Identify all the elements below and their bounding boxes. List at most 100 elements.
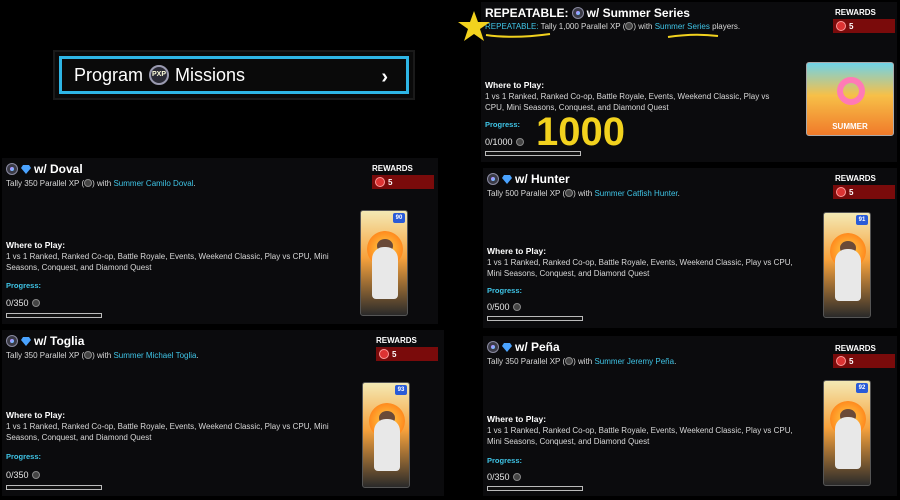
rewards-label: REWARDS <box>835 174 876 183</box>
reward-badge: 5 <box>833 19 895 33</box>
mission-hunter[interactable]: w/ Hunter Tally 500 Parallel XP () with … <box>483 168 897 328</box>
mission-title: w/ Hunter <box>487 172 570 186</box>
summer-series-card[interactable]: SUMMER <box>806 62 894 136</box>
mission-title: w/ Toglia <box>6 334 84 348</box>
mission-description: Tally 350 Parallel XP ( ) with Summer Mic… <box>6 351 199 360</box>
reward-count: 5 <box>849 356 854 366</box>
where-to-play-heading: Where to Play: <box>485 80 545 90</box>
progress-text: 0/500 <box>487 302 510 312</box>
diamond-icon <box>502 174 512 184</box>
progress-bar <box>6 313 102 318</box>
card-player <box>372 247 398 299</box>
pxp-icon <box>571 7 584 19</box>
reward-icon <box>375 177 385 187</box>
summer-title: w/ Summer Series <box>586 6 690 20</box>
program-missions-button[interactable]: Program PXP Missions › <box>53 50 415 100</box>
reward-badge: 5 <box>833 354 895 368</box>
mission-title: w/ Doval <box>6 162 83 176</box>
desc-text: ) with <box>573 189 595 198</box>
mission-description: Tally 350 Parallel XP ( ) with Summer Cam… <box>6 179 196 188</box>
progress-text: 0/350 <box>6 470 29 480</box>
progress-heading: Progress: <box>485 120 521 129</box>
rewards-label: REWARDS <box>835 8 876 17</box>
player-card[interactable]: 91 <box>823 212 871 318</box>
card-rating: 93 <box>395 385 407 395</box>
mission-doval[interactable]: w/ Doval Tally 350 Parallel XP ( ) with S… <box>2 158 438 324</box>
progress-heading: Progress: <box>6 452 42 461</box>
desc-text: Tally 350 Parallel XP ( <box>6 351 85 360</box>
rewards-label: REWARDS <box>835 344 876 353</box>
desc-text: ) with <box>573 357 595 366</box>
pxp-icon <box>84 351 93 359</box>
progress-value: 0/500 <box>487 302 521 312</box>
desc-text: Tally 350 Parallel XP ( <box>487 357 566 366</box>
rewards-label: REWARDS <box>376 336 417 345</box>
desc-text: . <box>193 179 196 188</box>
card-player <box>835 417 861 469</box>
mission-pena[interactable]: w/ Peña Tally 350 Parallel XP ( ) with Su… <box>483 336 897 496</box>
progress-bar <box>487 316 583 321</box>
card-rating: 92 <box>856 383 868 393</box>
where-to-play-text: 1 vs 1 Ranked, Ranked Co-op, Battle Roya… <box>487 258 793 278</box>
progress-heading: Progress: <box>487 286 523 295</box>
progress-heading: Progress: <box>6 281 42 290</box>
pxp-icon <box>6 335 18 347</box>
mission-description: Tally 500 Parallel XP () with Summer Cat… <box>487 189 680 198</box>
summer-card-label: SUMMER <box>832 122 868 131</box>
title-text: w/ Peña <box>515 340 560 354</box>
title-text: w/ Toglia <box>34 334 85 348</box>
player-card[interactable]: 92 <box>823 380 871 486</box>
underline-annotation <box>485 33 719 38</box>
pxp-icon <box>565 357 574 365</box>
title-text: w/ Doval <box>34 162 83 176</box>
missions-label: Missions <box>175 64 246 85</box>
reward-badge: 5 <box>372 175 434 189</box>
pxp-icon <box>487 173 499 185</box>
mission-title: w/ Peña <box>487 340 560 354</box>
progress-value: 0/350 <box>487 472 521 482</box>
where-to-play-heading: Where to Play: <box>6 410 66 420</box>
reward-icon <box>836 21 846 31</box>
card-rating: 91 <box>856 215 868 225</box>
diamond-icon <box>21 164 31 174</box>
reward-count: 5 <box>849 21 854 31</box>
pxp-icon <box>487 341 499 353</box>
player-link[interactable]: Summer Catfish Hunter <box>594 189 677 198</box>
reward-icon <box>836 356 846 366</box>
where-to-play-text: 1 vs 1 Ranked, Ranked Co-op, Battle Roya… <box>485 92 770 112</box>
pxp-icon <box>84 179 93 187</box>
player-link[interactable]: Summer Michael Toglia <box>113 351 196 360</box>
progress-heading: Progress: <box>487 456 523 465</box>
card-player <box>374 419 400 471</box>
pool-float-icon <box>837 77 865 105</box>
progress-text: 0/1000 <box>485 137 513 147</box>
diamond-icon <box>21 336 31 346</box>
repeatable-title: REPEATABLE: <box>485 6 569 20</box>
desc-text: ) with <box>92 351 114 360</box>
reward-icon <box>836 187 846 197</box>
reward-badge: 5 <box>376 347 438 361</box>
desc-text: Tally 350 Parallel XP ( <box>6 179 85 188</box>
mission-toglia[interactable]: w/ Toglia Tally 350 Parallel XP ( ) with … <box>2 330 444 496</box>
pxp-icon: PXP <box>149 65 170 85</box>
progress-value: 0/1000 <box>485 137 524 147</box>
pxp-icon <box>6 163 18 175</box>
annotation-1000: 1000 <box>536 110 625 154</box>
player-link[interactable]: Summer Jeremy Peña <box>594 357 674 366</box>
pxp-icon <box>565 189 574 197</box>
progress-bar <box>6 485 102 490</box>
mission-description: Tally 350 Parallel XP ( ) with Summer Jer… <box>487 357 676 366</box>
pxp-icon <box>515 138 524 146</box>
progress-value: 0/350 <box>6 298 40 308</box>
player-link[interactable]: Summer Camilo Doval <box>113 179 193 188</box>
pxp-icon <box>31 299 40 307</box>
progress-text: 0/350 <box>487 472 510 482</box>
desc-text: ) with <box>92 179 114 188</box>
pxp-icon <box>512 473 521 481</box>
where-to-play-heading: Where to Play: <box>487 246 547 256</box>
card-rating: 90 <box>393 213 405 223</box>
player-card[interactable]: 93 <box>362 382 410 488</box>
where-to-play-heading: Where to Play: <box>6 240 66 250</box>
mission-title: REPEATABLE: w/ Summer Series <box>485 6 690 20</box>
player-card[interactable]: 90 <box>360 210 408 316</box>
